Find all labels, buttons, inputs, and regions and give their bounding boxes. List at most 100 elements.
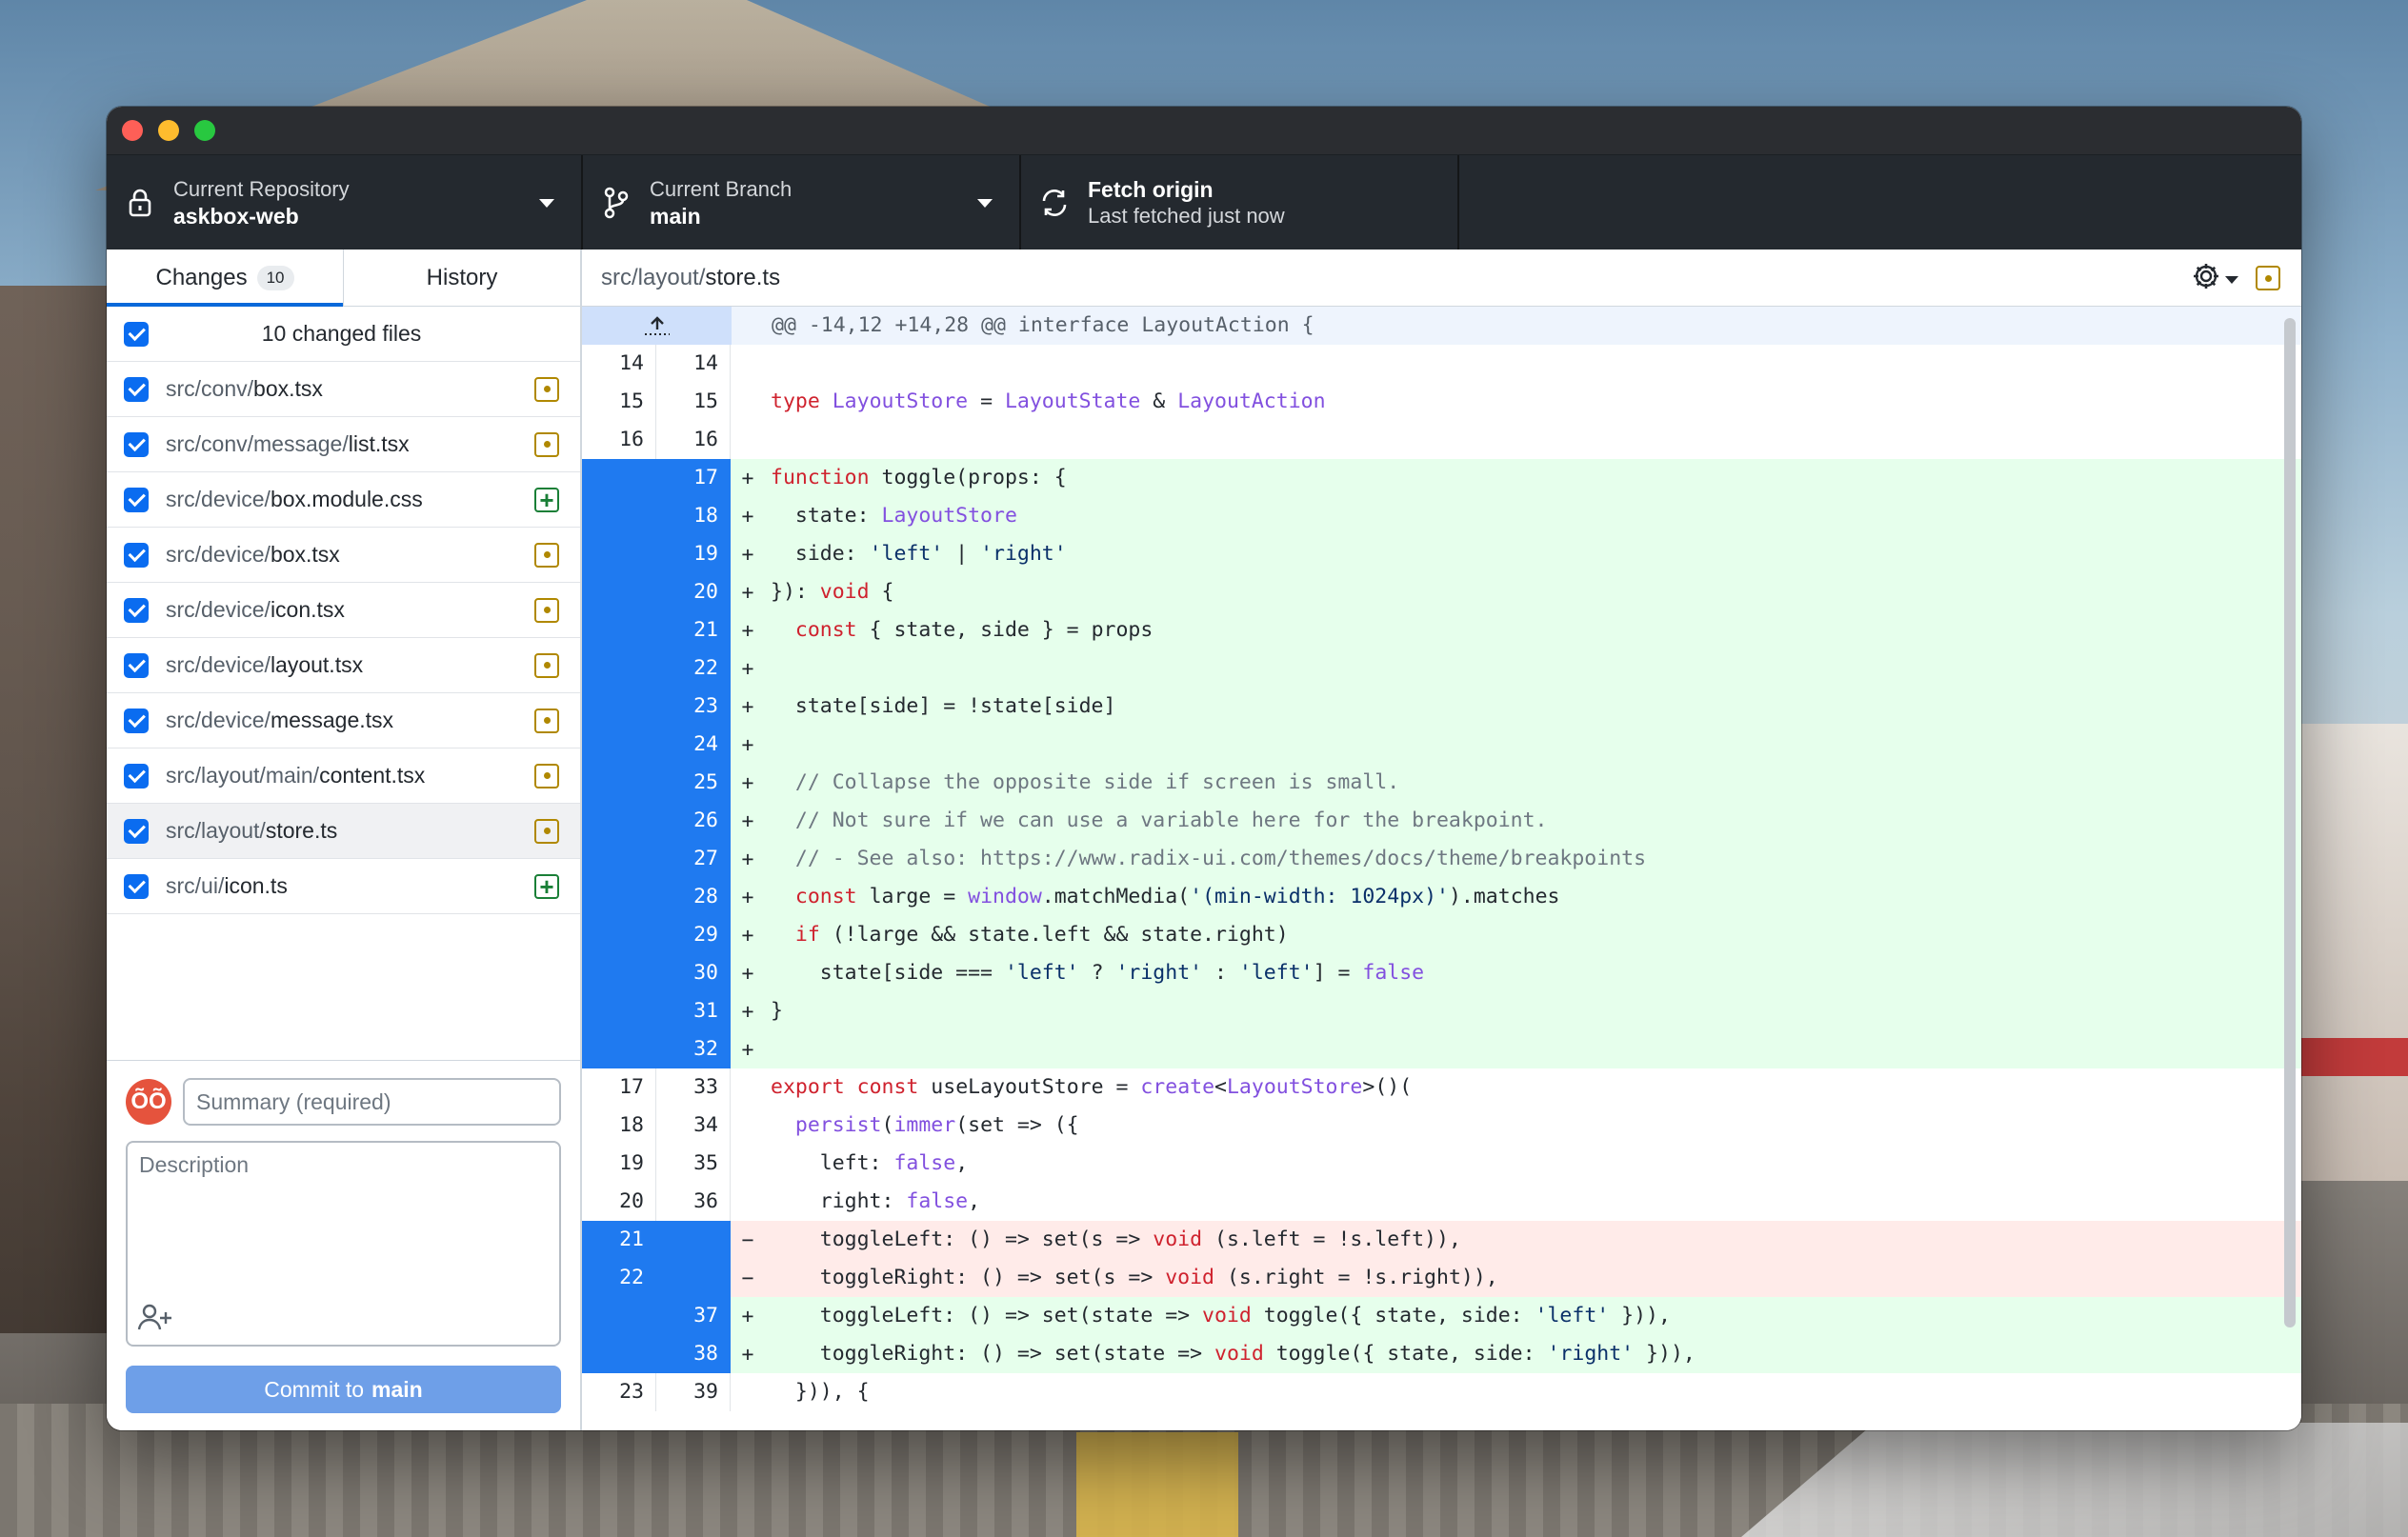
diff-line-added[interactable]: 38 + toggleRight: () => set(state => void… bbox=[582, 1335, 2301, 1373]
file-checkbox[interactable] bbox=[124, 431, 149, 457]
new-line-number: 35 bbox=[656, 1145, 731, 1183]
tab-history[interactable]: History bbox=[344, 250, 580, 306]
file-path: src/device/message.tsx bbox=[166, 708, 534, 733]
diff-line-added[interactable]: 37 + toggleLeft: () => set(state => void … bbox=[582, 1297, 2301, 1335]
diff-scrollbar[interactable] bbox=[2284, 318, 2296, 1327]
file-name: box.tsx bbox=[253, 376, 323, 401]
file-row[interactable]: src/device/box.tsx bbox=[107, 528, 580, 583]
file-name: list.tsx bbox=[348, 431, 410, 456]
code-text: toggleRight: () => set(state => void tog… bbox=[771, 1342, 1696, 1366]
file-checkbox[interactable] bbox=[124, 487, 149, 512]
tab-changes[interactable]: Changes 10 bbox=[107, 250, 344, 307]
new-line-number: 22 bbox=[656, 649, 731, 688]
current-repository-button[interactable]: Current Repository askbox-web bbox=[107, 155, 583, 250]
old-line-number: 19 bbox=[582, 1145, 656, 1183]
diff-line-added[interactable]: 24 + bbox=[582, 726, 2301, 764]
diff-line-added[interactable]: 18 + state: LayoutStore bbox=[582, 497, 2301, 535]
diff-line-added[interactable]: 26 + // Not sure if we can use a variable… bbox=[582, 802, 2301, 840]
diff-sign: + bbox=[741, 847, 754, 871]
add-coauthor-icon[interactable] bbox=[137, 1301, 175, 1333]
diff-line-added[interactable]: 30 + state[side === 'left' ? 'right' : 'l… bbox=[582, 954, 2301, 992]
diff-line-added[interactable]: 27 + // - See also: https://www.radix-ui.… bbox=[582, 840, 2301, 878]
avatar[interactable]: ÕÕ bbox=[126, 1079, 171, 1125]
file-checkbox[interactable] bbox=[124, 873, 149, 899]
chevron-down-icon bbox=[977, 199, 993, 208]
new-line-number: 36 bbox=[656, 1183, 731, 1221]
new-line-number: 38 bbox=[656, 1335, 731, 1373]
zoom-window-button[interactable] bbox=[194, 120, 215, 141]
file-path: src/device/box.module.css bbox=[166, 487, 534, 512]
file-checkbox[interactable] bbox=[124, 763, 149, 788]
current-branch-button[interactable]: Current Branch main bbox=[583, 155, 1021, 250]
old-line-number bbox=[582, 954, 656, 992]
file-path: src/layout/main/content.tsx bbox=[166, 763, 534, 788]
code-text: if (!large && state.left && state.right) bbox=[794, 923, 1289, 947]
diff-sign: + bbox=[741, 656, 754, 681]
diff-line-added[interactable]: 25 + // Collapse the opposite side if scr… bbox=[582, 764, 2301, 802]
diff-line-added[interactable]: 23 + state[side] = !state[side] bbox=[582, 688, 2301, 726]
diff-sign: + bbox=[741, 504, 754, 529]
file-row[interactable]: src/device/message.tsx bbox=[107, 693, 580, 749]
file-row[interactable]: src/device/icon.tsx bbox=[107, 583, 580, 638]
file-row[interactable]: src/device/layout.tsx bbox=[107, 638, 580, 693]
close-window-button[interactable] bbox=[122, 120, 143, 141]
minimize-window-button[interactable] bbox=[158, 120, 179, 141]
code-text: const { state, side } = props bbox=[794, 618, 1154, 642]
select-all-checkbox[interactable] bbox=[124, 322, 149, 347]
file-dir: src/device/ bbox=[166, 708, 271, 732]
old-line-number: 15 bbox=[582, 383, 656, 421]
diff-line-added[interactable]: 28 + const large = window.matchMedia('(mi… bbox=[582, 878, 2301, 916]
diff-line-added[interactable]: 17 + function toggle(props: { bbox=[582, 459, 2301, 497]
file-row[interactable]: src/device/box.module.css + bbox=[107, 472, 580, 528]
diff-line-added[interactable]: 31 +} bbox=[582, 992, 2301, 1030]
diff-sign: + bbox=[741, 1304, 754, 1328]
new-line-number: 18 bbox=[656, 497, 731, 535]
description-input[interactable] bbox=[128, 1143, 559, 1295]
code-text: type LayoutStore = LayoutState & LayoutA… bbox=[771, 389, 1326, 413]
new-line-number bbox=[656, 1221, 731, 1259]
new-line-number: 27 bbox=[656, 840, 731, 878]
changed-files-header: 10 changed files bbox=[107, 307, 580, 362]
file-checkbox[interactable] bbox=[124, 708, 149, 733]
diff-line-added[interactable]: 20 +}): void { bbox=[582, 573, 2301, 611]
new-line-number: 31 bbox=[656, 992, 731, 1030]
file-checkbox[interactable] bbox=[124, 652, 149, 678]
diff-line-added[interactable]: 19 + side: 'left' | 'right' bbox=[582, 535, 2301, 573]
old-line-number: 16 bbox=[582, 421, 656, 459]
file-row[interactable]: src/conv/box.tsx bbox=[107, 362, 580, 417]
old-line-number: 14 bbox=[582, 345, 656, 383]
file-added-icon: + bbox=[534, 487, 559, 512]
diff-line-added[interactable]: 32 + bbox=[582, 1030, 2301, 1068]
diff-line-added[interactable]: 29 + if (!large && state.left && state.ri… bbox=[582, 916, 2301, 954]
fetch-origin-button[interactable]: Fetch origin Last fetched just now bbox=[1021, 155, 1459, 250]
file-modified-icon bbox=[534, 763, 559, 788]
code-text: })), { bbox=[771, 1380, 870, 1404]
commit-button[interactable]: Commit to main bbox=[126, 1366, 561, 1413]
file-checkbox[interactable] bbox=[124, 542, 149, 568]
code-text: toggleRight: () => set(s => void (s.righ… bbox=[771, 1266, 1498, 1289]
file-path: src/device/box.tsx bbox=[166, 542, 534, 568]
old-line-number bbox=[582, 1030, 656, 1068]
file-row[interactable]: src/conv/message/list.tsx bbox=[107, 417, 580, 472]
file-row[interactable]: src/ui/icon.ts + bbox=[107, 859, 580, 914]
file-checkbox[interactable] bbox=[124, 376, 149, 402]
file-modified-icon bbox=[2256, 266, 2280, 290]
diff-line-added[interactable]: 22 + bbox=[582, 649, 2301, 688]
file-checkbox[interactable] bbox=[124, 818, 149, 844]
diff-sign: + bbox=[741, 618, 754, 643]
diff-line-deleted[interactable]: 22 − toggleRight: () => set(s => void (s.… bbox=[582, 1259, 2301, 1297]
app-window: Current Repository askbox-web Current Br… bbox=[107, 107, 2301, 1430]
file-row[interactable]: src/layout/main/content.tsx bbox=[107, 749, 580, 804]
file-name: message.tsx bbox=[270, 708, 394, 732]
expand-up-icon[interactable] bbox=[582, 307, 732, 345]
diff-line-deleted[interactable]: 21 − toggleLeft: () => set(s => void (s.l… bbox=[582, 1221, 2301, 1259]
diff-line-added[interactable]: 21 + const { state, side } = props bbox=[582, 611, 2301, 649]
summary-input[interactable] bbox=[183, 1078, 561, 1126]
diff-settings-button[interactable] bbox=[2191, 261, 2238, 298]
file-checkbox[interactable] bbox=[124, 597, 149, 623]
old-line-number: 21 bbox=[582, 1221, 656, 1259]
file-row[interactable]: src/layout/store.ts bbox=[107, 804, 580, 859]
diff-line-context: 19 35 left: false, bbox=[582, 1145, 2301, 1183]
description-box bbox=[126, 1141, 561, 1347]
